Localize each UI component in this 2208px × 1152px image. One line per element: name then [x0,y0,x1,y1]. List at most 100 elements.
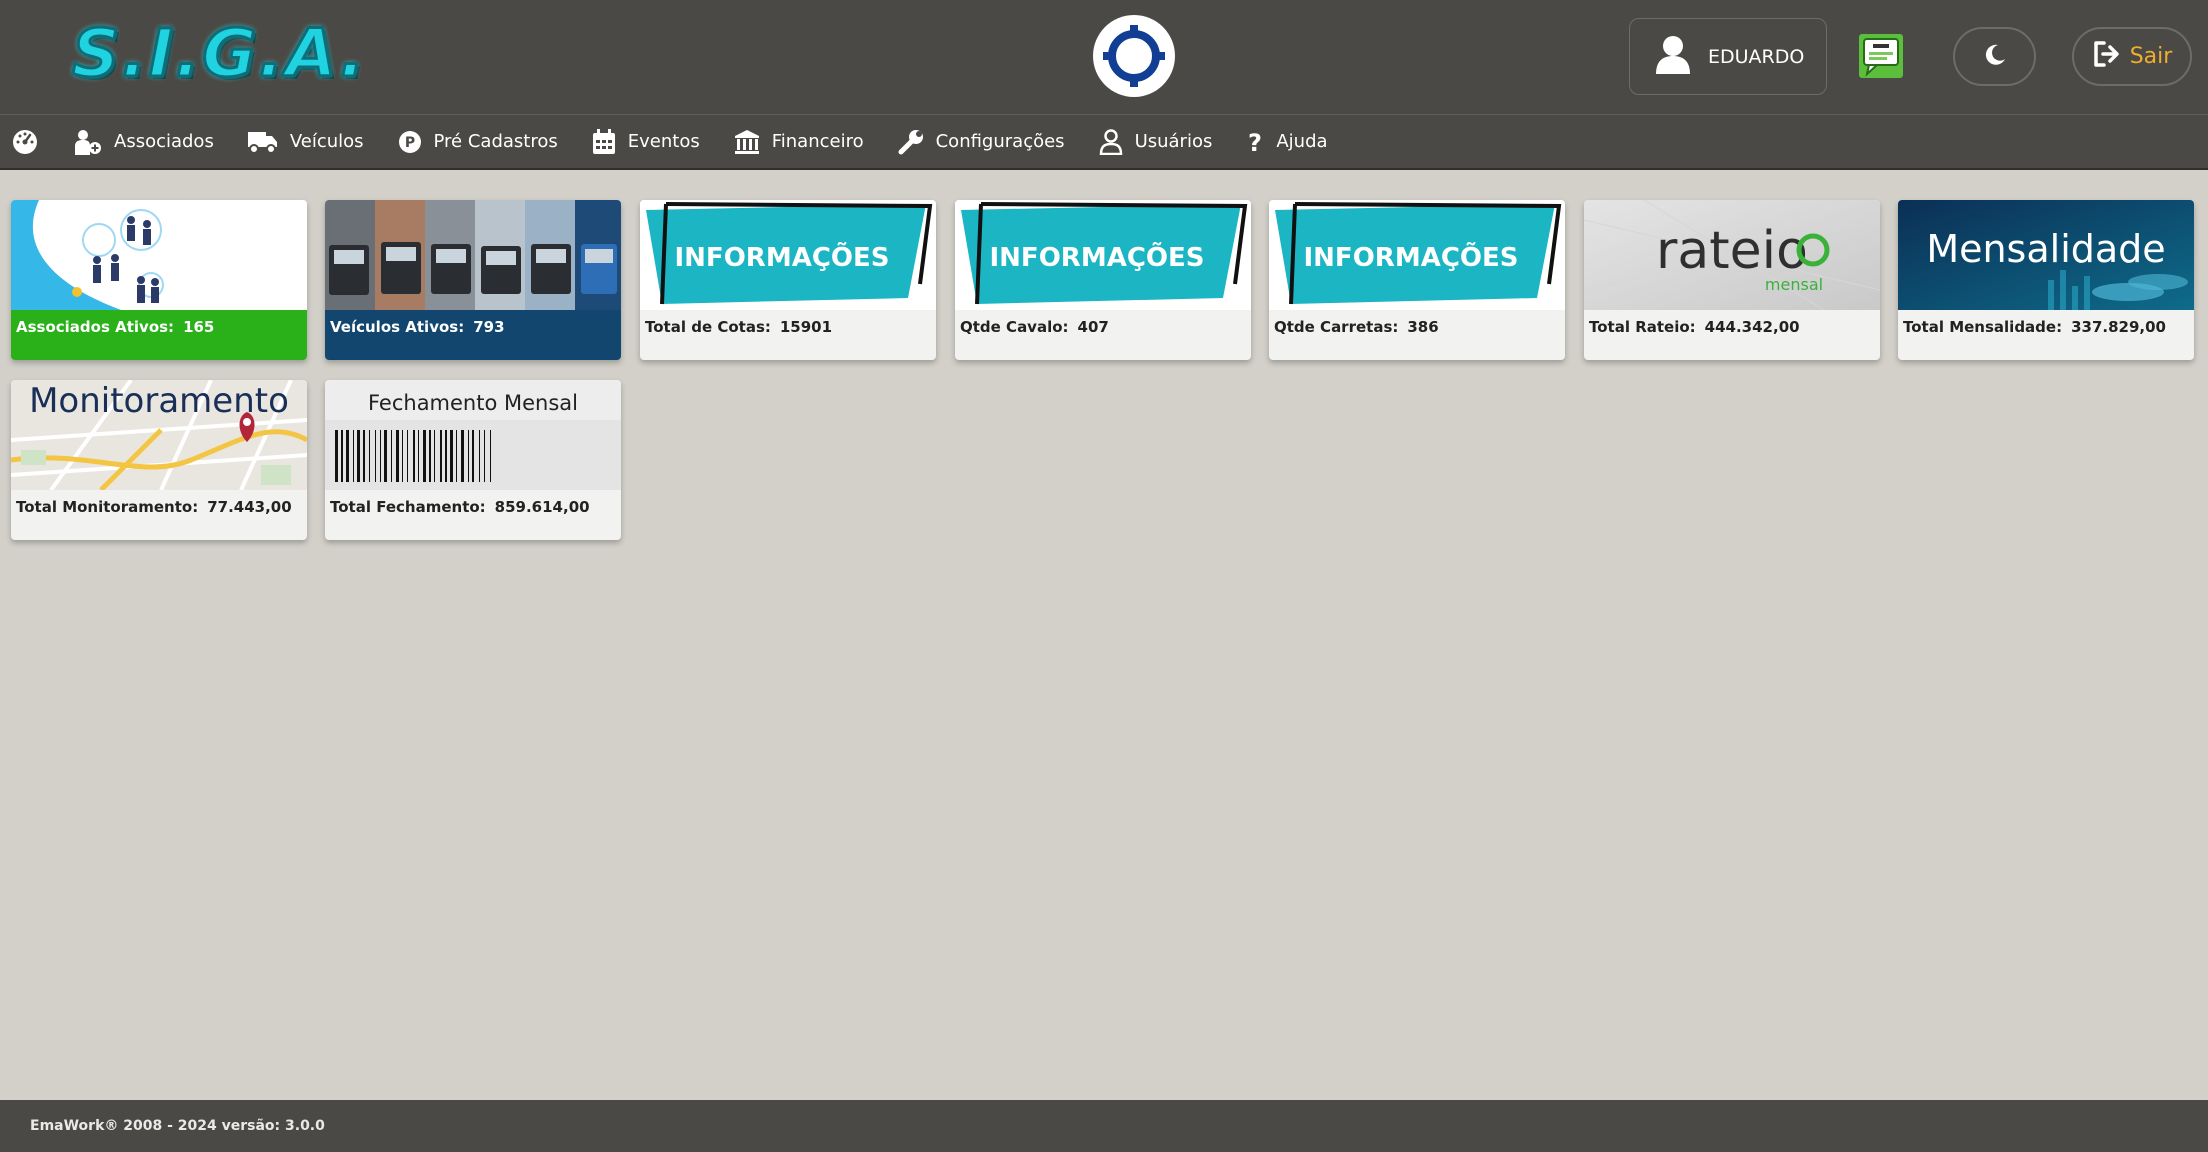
card-value: 793 [473,318,505,336]
card-value: 337.829,00 [2071,318,2166,336]
barcode-bar [429,430,431,482]
barcode-bar [346,430,349,482]
card-value: 15901 [779,318,833,336]
barcode-bar [456,430,457,482]
card-label: Associados Ativos: [16,318,175,336]
barcode-bar [380,430,381,482]
barcode-bar [369,430,370,482]
trucks-photo [325,200,621,310]
top-header: S.I.G.A. EDUARDO Sair [0,0,2208,114]
card-value: 407 [1077,318,1109,336]
nav-financeiro[interactable]: Financeiro [734,115,864,168]
logout-icon [2092,40,2122,74]
card-label: Qtde Cavalo: [960,318,1069,336]
barcode-bar [391,430,392,482]
card-info: Qtde Cavalo: 407 [955,310,1251,360]
barcode-bar [472,430,474,482]
card-value: 165 [183,318,215,336]
card-info: Associados Ativos: 165 [11,310,307,360]
nav-label: Financeiro [771,131,864,152]
barcode-bar [434,430,435,482]
barcode-bar [357,430,360,482]
bank-icon [734,129,759,154]
card-total-cotas[interactable]: INFORMAÇÕES Total de Cotas: 15901 [640,200,936,360]
card-total-rateio[interactable]: rateio mensal Total Rateio: 444.342,00 [1584,200,1880,360]
user-icon [1099,128,1122,155]
footer-copyright: EmaWork® 2008 - 2024 versão: 3.0.0 [30,1118,325,1134]
barcode-bar [353,430,354,482]
nav-pre-cadastros[interactable]: P Pré Cadastros [398,115,558,168]
card-label: Veículos Ativos: [330,318,465,336]
calendar-icon [592,128,615,154]
barcode-bar [375,430,376,482]
footer: EmaWork® 2008 - 2024 versão: 3.0.0 [0,1100,2208,1152]
svg-text:?: ? [1248,129,1262,155]
nav-configuracoes[interactable]: Configurações [898,115,1065,168]
user-plus-icon [75,129,101,155]
barcode-bar [363,430,365,482]
card-label: Qtde Carretas: [1274,318,1399,336]
card-label: Total de Cotas: [645,318,771,336]
svg-text:INFORMAÇÕES: INFORMAÇÕES [675,241,890,273]
barcode-bar [418,430,419,482]
mensalidade-banner: Mensalidade [1898,200,2194,310]
barcode-bar [468,430,469,482]
barcode-bar [396,430,399,482]
card-value: 859.614,00 [494,498,590,516]
fechamento-barcode: Fechamento Mensal [325,380,621,490]
theme-toggle-button[interactable] [1953,27,2036,86]
chat-icon[interactable] [1859,34,1903,78]
barcode-bar [335,430,338,482]
card-info: Qtde Carretas: 386 [1269,310,1565,360]
dashboard-gauge-icon[interactable] [12,129,38,155]
associados-illustration [11,200,307,310]
card-info: Total Monitoramento: 77.443,00 [11,490,307,540]
nav-label: Associados [114,131,214,152]
card-qtde-cavalo[interactable]: INFORMAÇÕES Qtde Cavalo: 407 [955,200,1251,360]
barcode-bar [479,430,480,482]
informacoes-banner: INFORMAÇÕES [1269,200,1565,310]
nav-eventos[interactable]: Eventos [592,115,700,168]
rateio-banner: rateio mensal [1584,200,1880,310]
logout-label: Sair [2129,44,2173,69]
svg-text:mensal: mensal [1765,275,1823,294]
card-total-monitoramento[interactable]: Monitoramento Total Monitoramento: 77.44… [11,380,307,540]
svg-text:Mensalidade: Mensalidade [1926,227,2165,271]
monitoramento-map: Monitoramento [11,380,307,490]
card-label: Total Mensalidade: [1903,318,2063,336]
card-associados[interactable]: Associados Ativos: 165 [11,200,307,360]
barcode-bar [423,430,426,482]
svg-text:Fechamento Mensal: Fechamento Mensal [368,391,578,415]
nav-associados[interactable]: Associados [74,115,214,168]
nav-label: Eventos [627,131,700,152]
barcode-bar [461,430,464,482]
svg-text:P: P [404,135,414,151]
nav-veiculos[interactable]: Veículos [247,115,364,168]
user-profile-button[interactable]: EDUARDO [1629,18,1827,95]
nav-label: Veículos [289,131,364,152]
emblem-icon [1093,15,1175,97]
nav-label: Ajuda [1276,131,1328,152]
card-label: Total Rateio: [1589,318,1696,336]
nav-label: Configurações [935,131,1065,152]
logout-button[interactable]: Sair [2072,27,2192,86]
card-veiculos[interactable]: Veículos Ativos: 793 [325,200,621,360]
barcode-bar [445,430,447,482]
card-label: Total Monitoramento: [16,498,199,516]
card-total-mensalidade[interactable]: Mensalidade Total Mensalidade: 337.829,0… [1898,200,2194,360]
card-label: Total Fechamento: [330,498,486,516]
card-total-fechamento[interactable]: Fechamento Mensal Total Fechamento: 859.… [325,380,621,540]
card-value: 77.443,00 [207,498,292,516]
siga-logo[interactable]: S.I.G.A. [71,16,367,91]
nav-usuarios[interactable]: Usuários [1099,115,1212,168]
card-info: Veículos Ativos: 793 [325,310,621,360]
card-qtde-carretas[interactable]: INFORMAÇÕES Qtde Carretas: 386 [1269,200,1565,360]
question-icon: ? [1248,129,1262,155]
svg-text:INFORMAÇÕES: INFORMAÇÕES [1304,241,1519,273]
nav-ajuda[interactable]: ? Ajuda [1246,115,1327,168]
svg-text:INFORMAÇÕES: INFORMAÇÕES [990,241,1205,273]
card-info: Total de Cotas: 15901 [640,310,936,360]
barcode-bar [440,430,442,482]
barcode-bar [450,430,453,482]
card-info: Total Mensalidade: 337.829,00 [1898,310,2194,360]
